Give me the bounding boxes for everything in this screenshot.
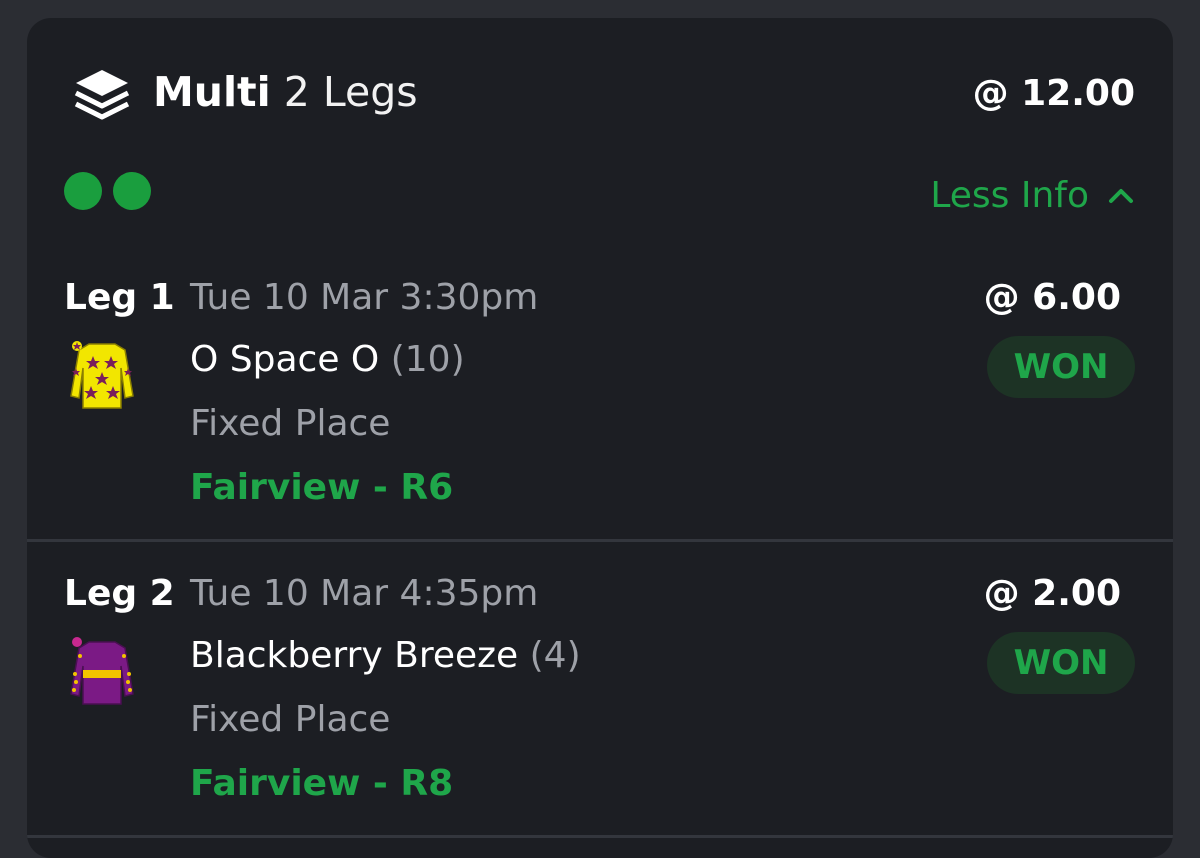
leg-odds: @ 6.00: [983, 277, 1121, 318]
yellow-purple-stars-silk-icon: [70, 341, 134, 409]
bet-header: Multi 2 Legs @ 12.00 Less Info: [27, 18, 1173, 216]
legs-count: 2 Legs: [283, 68, 418, 116]
layers-stack-icon: [74, 70, 130, 120]
runner-name: Blackberry Breeze (4): [190, 634, 581, 678]
leg-time: Tue 10 Mar 4:35pm: [190, 573, 539, 614]
leg-label: Leg 2: [64, 573, 175, 614]
leg-odds: @ 2.00: [983, 573, 1121, 614]
runner-name: O Space O (10): [190, 338, 465, 382]
runner-number: (10): [390, 339, 465, 380]
total-odds: @ 12.00: [972, 73, 1135, 114]
bet-type: Fixed Place: [190, 699, 391, 740]
runner-name-text: O Space O: [190, 339, 380, 380]
purple-yellow-band-silk-icon: [70, 637, 134, 705]
less-info-label: Less Info: [930, 175, 1089, 216]
bet-type-title: Multi: [153, 68, 271, 116]
leg-row: Leg 1 Tue 10 Mar 3:30pm @ 6.00 O Space O…: [27, 246, 1173, 538]
leg-divider: [27, 835, 1173, 838]
bet-type: Fixed Place: [190, 403, 391, 444]
status-badge: WON: [987, 336, 1135, 398]
less-info-toggle[interactable]: Less Info: [930, 174, 1135, 218]
leg-label: Leg 1: [64, 277, 175, 318]
bet-title: Multi 2 Legs: [153, 68, 418, 116]
status-badge: WON: [987, 632, 1135, 694]
runner-name-text: Blackberry Breeze: [190, 635, 519, 676]
leg-time: Tue 10 Mar 3:30pm: [190, 277, 539, 318]
race-link[interactable]: Fairview - R6: [190, 466, 453, 510]
leg-status-dot: [64, 172, 102, 210]
runner-number: (4): [529, 635, 581, 676]
chevron-up-icon: [1109, 189, 1133, 203]
leg-status-dot: [113, 172, 151, 210]
multi-bet-card: Multi 2 Legs @ 12.00 Less Info Leg 1 Tue…: [27, 18, 1173, 858]
leg-status-dots: [64, 172, 162, 210]
leg-row: Leg 2 Tue 10 Mar 4:35pm @ 2.00 Blackberr…: [27, 542, 1173, 834]
race-link[interactable]: Fairview - R8: [190, 762, 453, 806]
